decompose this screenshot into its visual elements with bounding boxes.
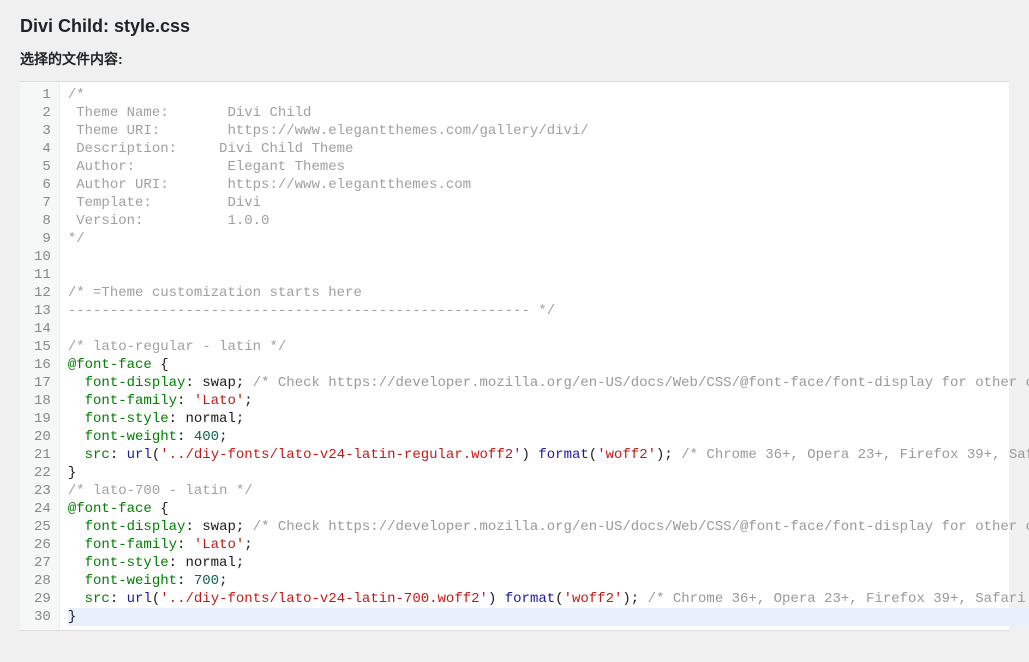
code-content[interactable]: /* Theme Name: Divi Child Theme URI: htt…: [60, 82, 1029, 630]
code-line[interactable]: font-weight: 700;: [68, 572, 1029, 590]
code-line[interactable]: Version: 1.0.0: [68, 212, 1029, 230]
line-number: 8: [34, 212, 51, 230]
code-line[interactable]: Author: Elegant Themes: [68, 158, 1029, 176]
line-number: 15: [34, 338, 51, 356]
line-number: 23: [34, 482, 51, 500]
code-line[interactable]: font-display: swap; /* Check https://dev…: [68, 374, 1029, 392]
code-line[interactable]: Theme Name: Divi Child: [68, 104, 1029, 122]
code-line[interactable]: [68, 266, 1029, 284]
code-line[interactable]: font-weight: 400;: [68, 428, 1029, 446]
code-line[interactable]: }: [68, 608, 1029, 626]
code-line[interactable]: font-display: swap; /* Check https://dev…: [68, 518, 1029, 536]
line-number: 24: [34, 500, 51, 518]
line-number: 27: [34, 554, 51, 572]
line-number: 7: [34, 194, 51, 212]
line-number: 12: [34, 284, 51, 302]
line-number: 21: [34, 446, 51, 464]
line-number: 1: [34, 86, 51, 104]
code-line[interactable]: src: url('../diy-fonts/lato-v24-latin-re…: [68, 446, 1029, 464]
line-number: 22: [34, 464, 51, 482]
code-line[interactable]: }: [68, 464, 1029, 482]
line-number: 19: [34, 410, 51, 428]
line-number: 5: [34, 158, 51, 176]
line-number: 16: [34, 356, 51, 374]
code-line[interactable]: /*: [68, 86, 1029, 104]
line-number: 20: [34, 428, 51, 446]
line-number: 29: [34, 590, 51, 608]
code-line[interactable]: @font-face {: [68, 356, 1029, 374]
code-line[interactable]: ----------------------------------------…: [68, 302, 1029, 320]
code-line[interactable]: font-family: 'Lato';: [68, 536, 1029, 554]
code-editor[interactable]: 1234567891011121314151617181920212223242…: [20, 81, 1009, 631]
code-line[interactable]: Description: Divi Child Theme: [68, 140, 1029, 158]
line-number: 30: [34, 608, 51, 626]
line-number: 13: [34, 302, 51, 320]
line-number: 6: [34, 176, 51, 194]
code-line[interactable]: /* lato-700 - latin */: [68, 482, 1029, 500]
code-line[interactable]: [68, 320, 1029, 338]
line-number: 25: [34, 518, 51, 536]
line-number: 3: [34, 122, 51, 140]
code-line[interactable]: Author URI: https://www.elegantthemes.co…: [68, 176, 1029, 194]
code-line[interactable]: */: [68, 230, 1029, 248]
code-line[interactable]: src: url('../diy-fonts/lato-v24-latin-70…: [68, 590, 1029, 608]
line-number: 9: [34, 230, 51, 248]
file-content-label: 选择的文件内容:: [0, 49, 1029, 81]
code-line[interactable]: Theme URI: https://www.elegantthemes.com…: [68, 122, 1029, 140]
line-number: 2: [34, 104, 51, 122]
code-line[interactable]: font-family: 'Lato';: [68, 392, 1029, 410]
line-number: 28: [34, 572, 51, 590]
code-line[interactable]: /* lato-regular - latin */: [68, 338, 1029, 356]
line-number: 26: [34, 536, 51, 554]
line-number: 11: [34, 266, 51, 284]
code-line[interactable]: font-style: normal;: [68, 554, 1029, 572]
line-number: 14: [34, 320, 51, 338]
code-line[interactable]: [68, 248, 1029, 266]
page-title: Divi Child: style.css: [0, 0, 1029, 49]
line-number-gutter: 1234567891011121314151617181920212223242…: [20, 82, 60, 630]
code-line[interactable]: /* =Theme customization starts here: [68, 284, 1029, 302]
line-number: 10: [34, 248, 51, 266]
code-line[interactable]: Template: Divi: [68, 194, 1029, 212]
line-number: 18: [34, 392, 51, 410]
code-line[interactable]: @font-face {: [68, 500, 1029, 518]
line-number: 17: [34, 374, 51, 392]
line-number: 4: [34, 140, 51, 158]
code-line[interactable]: font-style: normal;: [68, 410, 1029, 428]
